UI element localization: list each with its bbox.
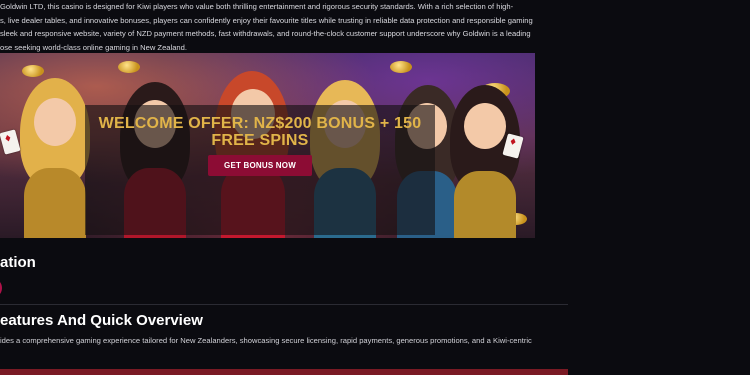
offer-title: WELCOME OFFER: NZ$200 BONUS + 150 FREE S… [98,115,422,149]
intro-line: Goldwin LTD, this casino is designed for… [0,2,514,11]
coin-icon [390,61,412,73]
bottom-bar [0,369,568,375]
get-bonus-button[interactable]: GET BONUS NOW [208,155,312,176]
divider [0,304,568,305]
section-text: ides a comprehensive gaming experience t… [0,336,532,345]
welcome-offer-panel: WELCOME OFFER: NZ$200 BONUS + 150 FREE S… [85,105,435,235]
section-heading: eatures And Quick Overview [0,312,203,329]
intro-paragraph: Goldwin LTD, this casino is designed for… [0,0,570,54]
intro-line: sleek and responsive website, variety of… [0,29,531,38]
intro-line: ose seeking world-class online gaming in… [0,42,187,52]
intro-line: s, live dealer tables, and innovative bo… [0,15,533,25]
section-heading: ation [0,254,36,271]
promo-banner: WELCOME OFFER: NZ$200 BONUS + 150 FREE S… [0,53,535,238]
pill-marker [0,278,2,298]
